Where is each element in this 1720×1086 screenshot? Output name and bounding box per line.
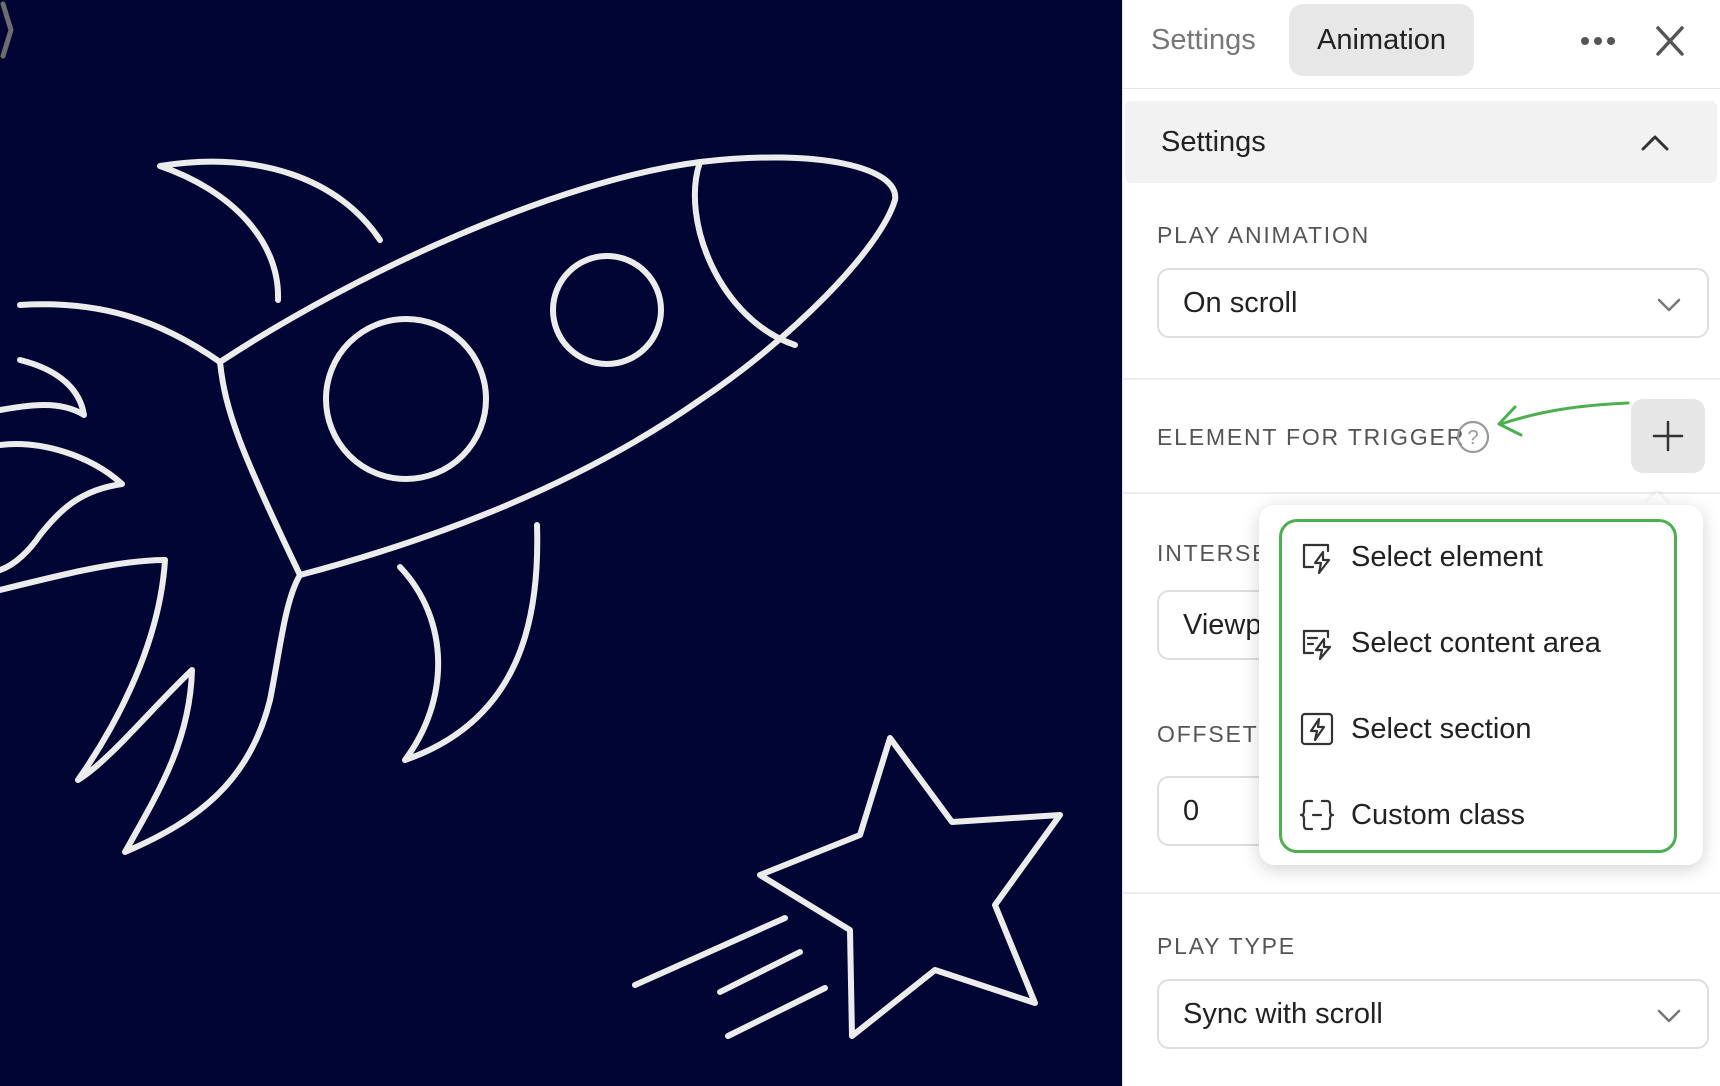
- menu-item-label: Select content area: [1351, 627, 1601, 659]
- element-for-trigger-label: ELEMENT FOR TRIGGER: [1157, 424, 1466, 450]
- menu-item-label: Select section: [1351, 713, 1532, 745]
- arrow-left-icon: [1497, 401, 1630, 437]
- intersection-label: INTERSE: [1157, 540, 1270, 566]
- menu-item-select-content-area[interactable]: Select content area: [1299, 608, 1679, 678]
- more-horizontal-icon[interactable]: [1569, 18, 1627, 64]
- play-animation-value: On scroll: [1183, 287, 1298, 319]
- menu-item-label: Select element: [1351, 541, 1543, 573]
- select-content-area-icon: [1302, 629, 1332, 661]
- settings-section-header[interactable]: Settings: [1125, 101, 1717, 183]
- chevron-up-icon[interactable]: [1637, 125, 1673, 161]
- divider: [1123, 492, 1720, 494]
- play-type-select[interactable]: Sync with scroll: [1157, 979, 1709, 1049]
- select-element-icon: [1302, 543, 1331, 575]
- section-title: Settings: [1161, 126, 1266, 158]
- tab-settings[interactable]: Settings: [1123, 4, 1284, 76]
- play-type-label: PLAY TYPE: [1157, 933, 1296, 959]
- menu-item-custom-class[interactable]: Custom class: [1299, 780, 1679, 850]
- close-icon[interactable]: [1645, 18, 1695, 64]
- canvas-preview: [0, 0, 1122, 1086]
- custom-class-icon: [1299, 799, 1335, 831]
- chevron-down-icon: [1657, 298, 1681, 312]
- rocket-illustration: [0, 154, 1063, 1039]
- plus-icon: [1652, 420, 1684, 452]
- menu-item-select-element[interactable]: Select element: [1299, 522, 1679, 592]
- trigger-dropdown-menu: Select element Select content area Selec…: [1259, 505, 1703, 865]
- play-animation-select[interactable]: On scroll: [1157, 268, 1709, 338]
- offset-value: 0: [1183, 795, 1200, 827]
- menu-item-label: Custom class: [1351, 799, 1526, 831]
- tab-bar: Settings Animation: [1123, 0, 1720, 89]
- chevron-down-icon: [1657, 1009, 1681, 1023]
- play-type-value: Sync with scroll: [1183, 998, 1383, 1030]
- play-animation-label: PLAY ANIMATION: [1157, 222, 1371, 248]
- offset-label: OFFSET I: [1157, 721, 1275, 747]
- svg-text:?: ?: [1467, 427, 1478, 449]
- divider: [1123, 892, 1720, 894]
- question-circle-icon[interactable]: ?: [1455, 419, 1491, 455]
- menu-item-select-section[interactable]: Select section: [1299, 694, 1679, 764]
- tab-animation[interactable]: Animation: [1289, 4, 1474, 76]
- chevron-right-icon[interactable]: [0, 0, 14, 60]
- intersection-value: Viewp: [1183, 609, 1262, 641]
- add-trigger-button[interactable]: [1631, 399, 1705, 473]
- select-section-icon: [1300, 712, 1334, 746]
- divider: [1123, 378, 1720, 380]
